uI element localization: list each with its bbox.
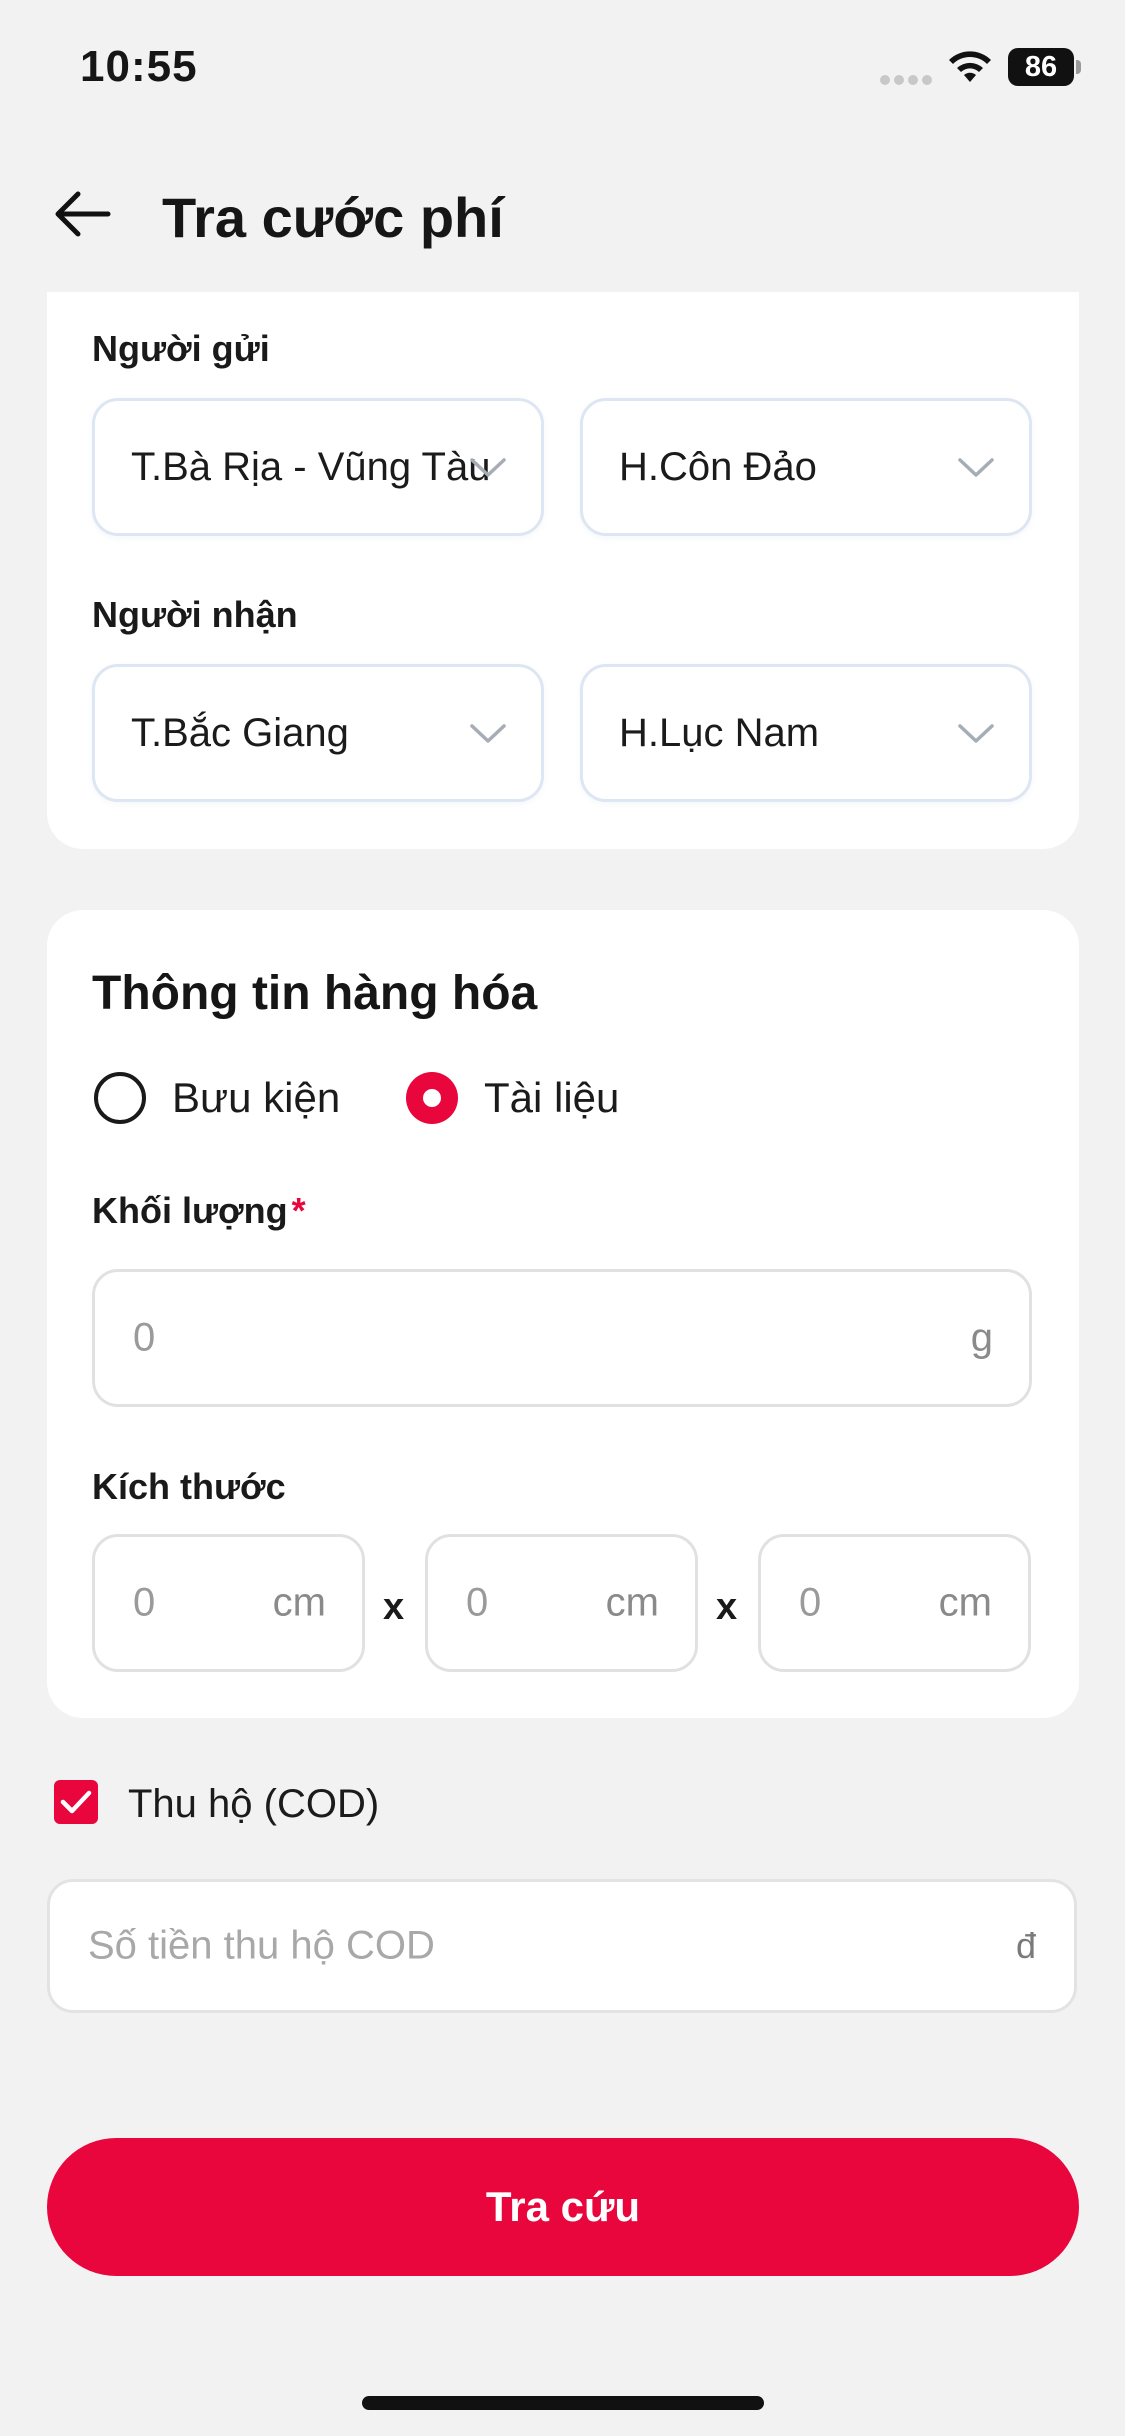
length-unit: cm bbox=[272, 1580, 326, 1625]
length-input[interactable]: 0 cm bbox=[92, 1534, 365, 1672]
arrow-left-icon bbox=[55, 191, 111, 237]
height-input[interactable]: 0 cm bbox=[758, 1534, 1031, 1672]
cellular-signal-icon bbox=[880, 72, 936, 85]
required-mark: * bbox=[291, 1190, 306, 1231]
weight-unit: g bbox=[970, 1315, 993, 1360]
wifi-icon bbox=[945, 46, 995, 86]
width-placeholder: 0 bbox=[466, 1580, 489, 1625]
cod-amount-placeholder: Số tiền thu hộ COD bbox=[88, 1923, 435, 1968]
battery-indicator: 86 bbox=[1008, 48, 1074, 86]
dimension-separator: x bbox=[716, 1586, 738, 1628]
radio-document[interactable]: Tài liệu bbox=[406, 1072, 619, 1124]
sender-district-value: H.Côn Đảo bbox=[619, 444, 817, 489]
chevron-down-icon bbox=[470, 724, 506, 743]
width-unit: cm bbox=[605, 1580, 659, 1625]
receiver-province-select[interactable]: T.Bắc Giang bbox=[92, 664, 544, 802]
checkmark-icon bbox=[60, 1790, 92, 1814]
back-button[interactable] bbox=[50, 182, 114, 246]
radio-parcel[interactable]: Bưu kiện bbox=[94, 1072, 340, 1124]
length-placeholder: 0 bbox=[133, 1580, 156, 1625]
radio-unselected-icon bbox=[94, 1072, 146, 1124]
receiver-district-select[interactable]: H.Lục Nam bbox=[580, 664, 1032, 802]
sender-label: Người gửi bbox=[92, 328, 270, 369]
home-indicator bbox=[362, 2396, 764, 2410]
receiver-label: Người nhận bbox=[92, 594, 298, 635]
cod-checkbox[interactable] bbox=[54, 1780, 98, 1824]
battery-nub bbox=[1076, 60, 1081, 74]
weight-input[interactable]: 0 g bbox=[92, 1269, 1032, 1407]
dimensions-label: Kích thước bbox=[92, 1466, 286, 1507]
status-time: 10:55 bbox=[80, 42, 198, 91]
receiver-province-value: T.Bắc Giang bbox=[131, 710, 349, 755]
width-input[interactable]: 0 cm bbox=[425, 1534, 698, 1672]
cod-label[interactable]: Thu hộ (COD) bbox=[128, 1782, 379, 1827]
page-title: Tra cước phí bbox=[162, 186, 504, 249]
chevron-down-icon bbox=[958, 724, 994, 743]
radio-selected-icon bbox=[406, 1072, 458, 1124]
height-placeholder: 0 bbox=[799, 1580, 822, 1625]
weight-label-text: Khối lượng bbox=[92, 1190, 288, 1231]
weight-placeholder: 0 bbox=[133, 1315, 156, 1360]
weight-label: Khối lượng * bbox=[92, 1190, 306, 1232]
goods-title: Thông tin hàng hóa bbox=[92, 967, 538, 1020]
height-unit: cm bbox=[938, 1580, 992, 1625]
radio-parcel-label: Bưu kiện bbox=[172, 1074, 341, 1121]
sender-province-select[interactable]: T.Bà Rịa - Vũng Tàu bbox=[92, 398, 544, 536]
sender-province-value: T.Bà Rịa - Vũng Tàu bbox=[131, 444, 491, 489]
cod-currency-unit: đ bbox=[1015, 1925, 1036, 1966]
receiver-district-value: H.Lục Nam bbox=[619, 710, 820, 755]
sender-district-select[interactable]: H.Côn Đảo bbox=[580, 398, 1032, 536]
chevron-down-icon bbox=[958, 458, 994, 477]
search-button[interactable]: Tra cứu bbox=[47, 2138, 1079, 2276]
radio-document-label: Tài liệu bbox=[484, 1074, 620, 1121]
dimension-separator: x bbox=[383, 1586, 405, 1628]
cod-amount-input[interactable]: Số tiền thu hộ COD đ bbox=[47, 1879, 1077, 2013]
chevron-down-icon bbox=[470, 458, 506, 477]
